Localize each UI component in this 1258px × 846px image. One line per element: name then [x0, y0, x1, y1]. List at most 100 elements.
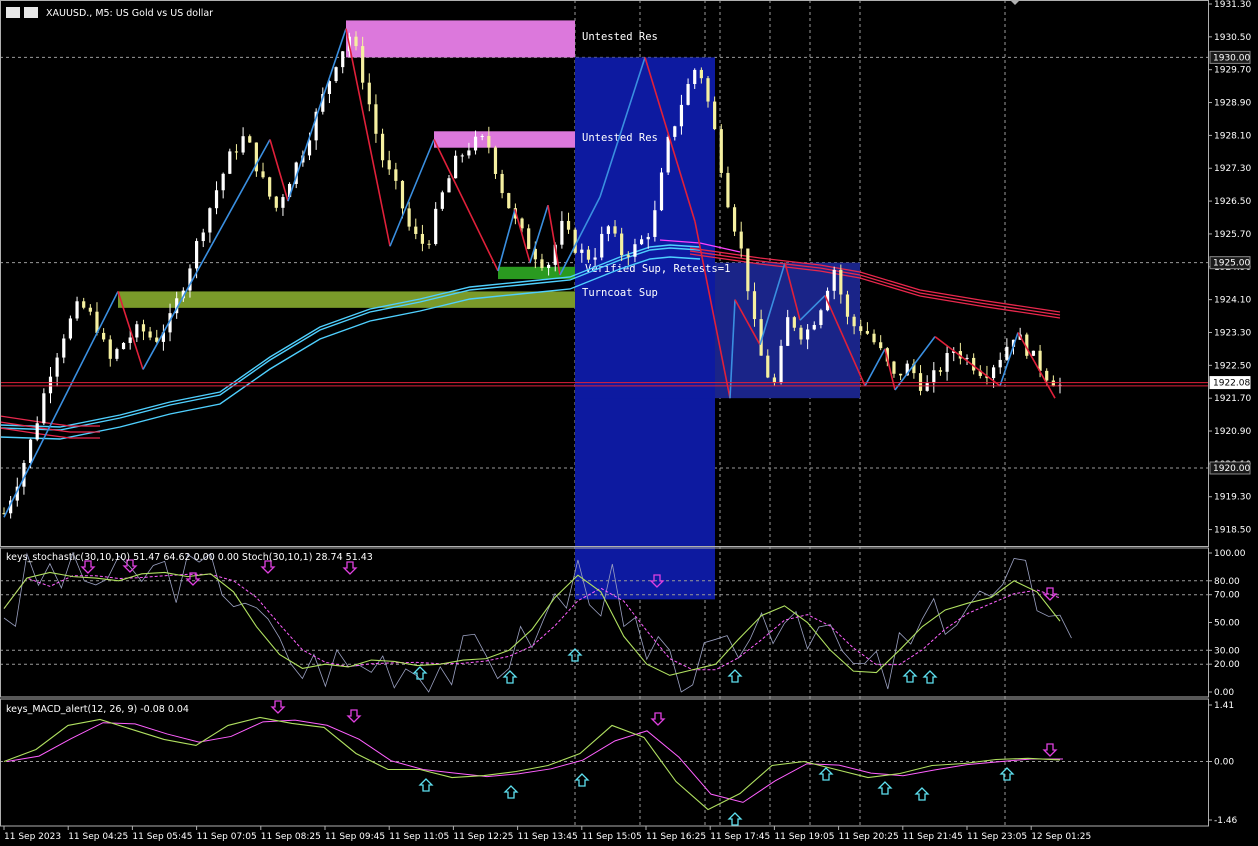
candle-body — [706, 78, 710, 102]
candle-body — [945, 353, 949, 372]
candle-body — [865, 331, 869, 334]
candle-body — [434, 208, 438, 245]
candle-body — [812, 324, 816, 330]
candle-body — [480, 135, 484, 137]
candle-body — [221, 173, 225, 191]
stoch-tick-label: 20.00 — [1214, 660, 1240, 670]
chart-menu-icon[interactable] — [6, 7, 20, 18]
candle-body — [560, 220, 564, 245]
candle-body — [1005, 346, 1009, 360]
candle-body — [806, 329, 810, 340]
stoch-buy-arrow-icon — [902, 669, 918, 683]
price-tick-label: 1918.50 — [1214, 526, 1251, 536]
candle-body — [387, 160, 391, 170]
candle-body — [400, 180, 405, 209]
candle-body — [473, 136, 478, 151]
macd-sell-arrow-icon — [346, 709, 362, 723]
candle-body — [646, 236, 650, 240]
candle-body — [626, 255, 630, 257]
candle-body — [659, 172, 664, 211]
candle-body — [341, 51, 345, 68]
zigzag-segment — [3, 291, 119, 518]
candle-body — [241, 136, 245, 153]
candle-body — [845, 294, 850, 317]
zigzag-segment — [864, 348, 886, 387]
candle-body — [580, 249, 584, 253]
candle-body — [1031, 350, 1036, 356]
price-tick-label: 1919.30 — [1214, 493, 1251, 503]
price-tick-label: 1930.50 — [1214, 33, 1251, 43]
zigzag-segment — [497, 209, 516, 272]
time-tick-label: 11 Sep 11:05 — [389, 832, 449, 842]
candle-body — [208, 208, 212, 233]
candle-body — [361, 46, 365, 83]
candle-body — [88, 307, 92, 312]
candle-body — [732, 207, 737, 232]
macd-tick-label: -1.46 — [1214, 816, 1238, 826]
time-tick-label: 11 Sep 12:25 — [453, 832, 513, 842]
price-tick-label: 1929.70 — [1214, 66, 1251, 76]
candle-body — [613, 226, 617, 234]
candle-body — [540, 259, 544, 268]
stoch-buy-arrow-icon — [727, 669, 743, 683]
candle-body — [234, 151, 239, 153]
candle-body — [766, 355, 770, 378]
time-tick-label: 11 Sep 19:05 — [774, 832, 834, 842]
candle-body — [832, 269, 836, 291]
time-tick-label: 11 Sep 07:05 — [197, 832, 257, 842]
chart-type-icon[interactable] — [24, 7, 38, 18]
candle-body — [786, 317, 790, 346]
stoch-tick-label: 80.00 — [1214, 577, 1240, 587]
price-tick-label: 1924.10 — [1214, 296, 1251, 306]
candle-body — [135, 324, 139, 338]
candle-body — [573, 229, 577, 253]
stoch-tick-label: 50.00 — [1214, 619, 1240, 629]
candle-body — [487, 135, 491, 148]
untested-res-zone — [346, 20, 575, 58]
candle-body — [102, 332, 106, 340]
candle-body — [719, 129, 723, 173]
shift-marker-icon — [1010, 0, 1020, 5]
candle-body — [108, 339, 112, 359]
candle-body — [520, 218, 524, 229]
price-tick-label: 1925.70 — [1214, 230, 1251, 240]
stoch-signal-line — [3, 573, 1061, 671]
candle-body — [460, 155, 464, 157]
candle-body — [500, 173, 504, 194]
time-tick-label: 11 Sep 05:45 — [132, 832, 192, 842]
candle-body — [600, 233, 604, 258]
price-tag-label: 1925.00 — [1213, 259, 1250, 269]
macd-sell-arrow-icon — [650, 712, 666, 726]
candle-body — [792, 317, 796, 328]
price-tick-label: 1923.30 — [1214, 328, 1251, 338]
candle-body — [128, 337, 132, 343]
candle-body — [739, 231, 743, 249]
candle-body — [679, 104, 684, 127]
candle-body — [68, 318, 73, 339]
time-tick-label: 11 Sep 21:45 — [903, 832, 963, 842]
candle-body — [965, 357, 969, 359]
macd-buy-arrow-icon — [574, 773, 590, 787]
time-tick-label: 11 Sep 16:25 — [646, 832, 706, 842]
candle-body — [493, 147, 498, 174]
candle-body — [620, 233, 624, 256]
zigzag-segment — [999, 332, 1019, 387]
candle-body — [686, 84, 690, 105]
zigzag-segment — [389, 139, 435, 247]
candle-body — [454, 155, 458, 179]
price-tag-label: 1920.00 — [1213, 464, 1250, 474]
stoch-buy-arrow-icon — [412, 666, 428, 680]
candle-body — [447, 178, 451, 193]
stoch-buy-arrow-icon — [922, 670, 938, 684]
time-tick-label: 12 Sep 01:25 — [1031, 832, 1091, 842]
macd-main-line — [3, 716, 1061, 811]
macd-buy-arrow-icon — [818, 767, 834, 781]
candle-body — [819, 310, 823, 325]
zone-box-bearish — [575, 57, 715, 399]
price-tick-label: 1922.50 — [1214, 361, 1251, 371]
chart-canvas[interactable]: Untested ResUntested ResVerified Sup, Re… — [0, 0, 1258, 846]
time-tick-label: 11 Sep 09:45 — [325, 832, 385, 842]
candle-body — [281, 197, 285, 208]
macd-buy-arrow-icon — [914, 787, 930, 801]
macd-sell-arrow-icon — [1042, 743, 1058, 757]
